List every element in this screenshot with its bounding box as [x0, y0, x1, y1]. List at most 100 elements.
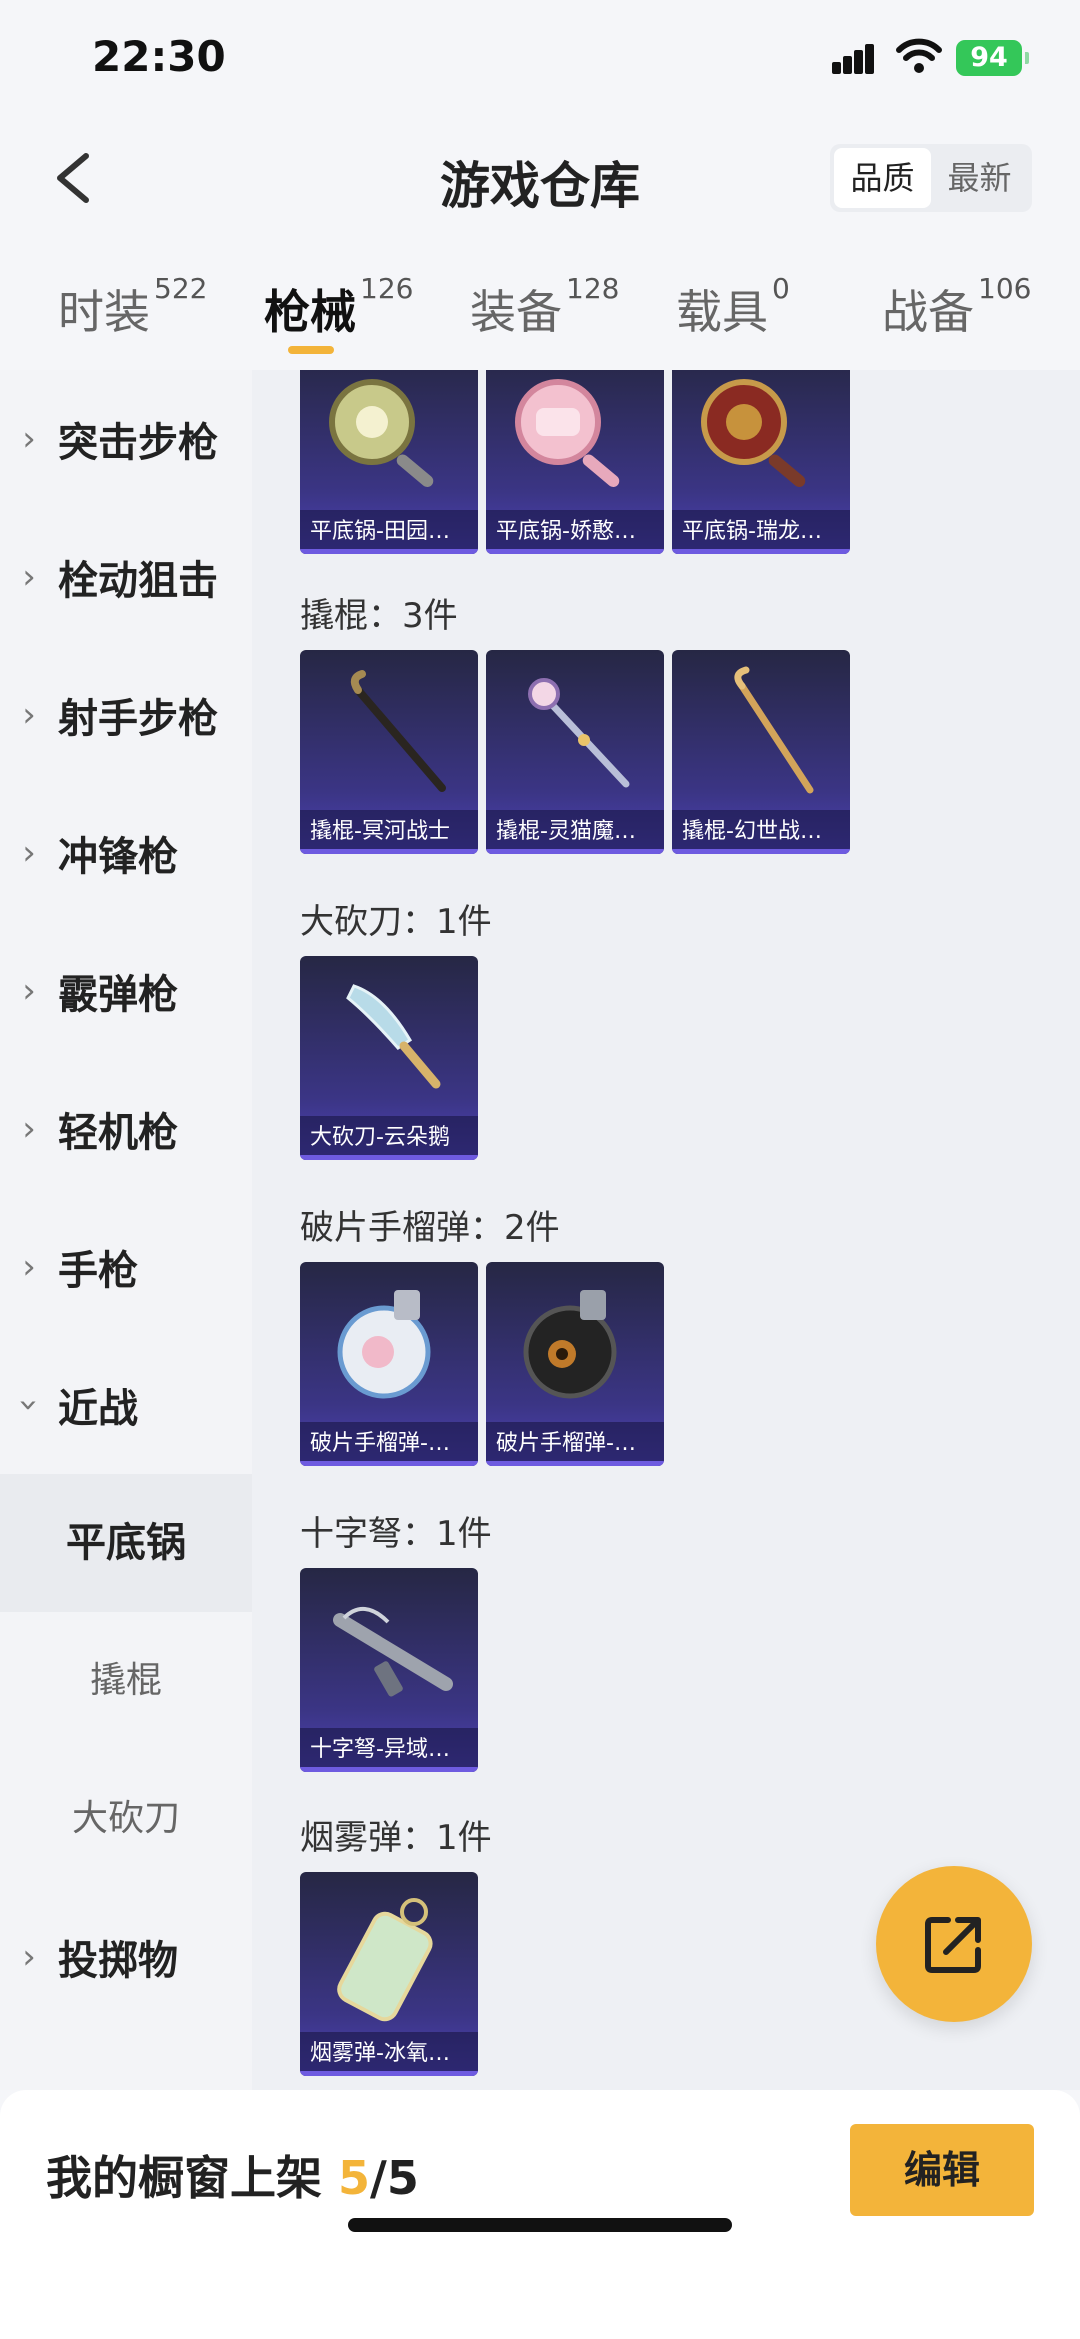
tab-count: 126 [360, 272, 414, 305]
item-card[interactable]: 撬棍-冥河战士 [300, 650, 478, 854]
crowbar-icon [734, 666, 814, 794]
sidebar-item-assault-rifle[interactable]: › 突击步枪 [0, 370, 252, 508]
chevron-right-icon: › [22, 1247, 36, 1287]
group-title: 十字弩：1件 [300, 1514, 492, 1554]
group-title: 撬棍：3件 [300, 596, 458, 636]
edit-button[interactable]: 编辑 [850, 2124, 1034, 2216]
chevron-right-icon: › [22, 557, 36, 597]
sidebar-item-label: 近战 [58, 1386, 138, 1432]
group-title: 破片手榴弹：2件 [300, 1208, 560, 1248]
item-name: 撬棍-幻世战… [672, 810, 850, 854]
tab-label: 枪械 [264, 285, 356, 339]
tab-guns[interactable]: 枪械 126 [264, 272, 413, 342]
item-name: 大砍刀-云朵鹅 [300, 1116, 478, 1160]
smoke-grenade-icon [337, 1898, 433, 2022]
machete-icon [346, 984, 441, 1089]
tab-count: 128 [566, 272, 620, 305]
item-card[interactable]: 平底锅-瑞龙… [672, 370, 850, 554]
chevron-right-icon: › [22, 833, 36, 873]
frying-pan-icon [515, 379, 620, 488]
grenade-icon [523, 1290, 617, 1399]
chevron-right-icon: › [22, 1937, 36, 1977]
status-time: 22:30 [92, 32, 226, 81]
tab-label: 战备 [882, 285, 974, 339]
sort-newest-option[interactable]: 最新 [931, 148, 1028, 208]
frying-pan-icon [701, 379, 806, 488]
item-card[interactable]: 破片手榴弹-… [486, 1262, 664, 1466]
sidebar-sub-machete[interactable]: 大砍刀 [0, 1750, 252, 1888]
sidebar-item-label: 手枪 [58, 1248, 138, 1294]
item-name: 烟雾弹-冰氧… [300, 2032, 478, 2076]
item-grid: 平底锅-田园… 平底锅-娇憨… 平底锅-瑞龙… 撬棍：3件 撬棍-冥河战士 撬棍… [252, 370, 1080, 2090]
item-card[interactable]: 破片手榴弹-… [300, 1262, 478, 1466]
category-tabs: 时装 522 枪械 126 装备 128 载具 0 战备 106 [0, 262, 1080, 370]
sidebar-item-pistol[interactable]: › 手枪 [0, 1198, 252, 1336]
item-name: 十字弩-异域… [300, 1728, 478, 1772]
chevron-right-icon: › [22, 971, 36, 1011]
sidebar-item-label: 射手步枪 [58, 696, 218, 742]
frying-pan-icon [329, 379, 434, 488]
tab-label: 装备 [470, 285, 562, 339]
cellular-signal-icon [832, 44, 876, 74]
item-name: 平底锅-娇憨… [486, 510, 664, 554]
chevron-right-icon: › [22, 695, 36, 735]
item-name: 破片手榴弹-… [300, 1422, 478, 1466]
item-name: 平底锅-瑞龙… [672, 510, 850, 554]
item-name: 撬棍-灵猫魔… [486, 810, 664, 854]
sidebar-sub-crowbar[interactable]: 撬棍 [0, 1612, 252, 1750]
sidebar-item-label: 冲锋枪 [58, 834, 178, 880]
sidebar-item-label: 突击步枪 [58, 420, 218, 466]
item-card[interactable]: 烟雾弹-冰氧… [300, 1872, 478, 2076]
tab-count: 522 [154, 272, 208, 305]
showcase-status: 我的橱窗上架 5/5 [46, 2142, 419, 2208]
tab-gear[interactable]: 战备 106 [882, 272, 1031, 342]
sidebar-item-throwables[interactable]: › 投掷物 [0, 1888, 252, 2026]
home-indicator [348, 2218, 732, 2232]
sidebar-item-marksman-rifle[interactable]: › 射手步枪 [0, 646, 252, 784]
crowbar-icon [528, 678, 630, 788]
sidebar-item-shotgun[interactable]: › 霰弹枪 [0, 922, 252, 1060]
crowbar-icon [350, 670, 446, 792]
battery-icon: 94 [956, 40, 1029, 76]
grenade-icon [337, 1290, 431, 1399]
showcase-current: 5 [338, 2151, 371, 2205]
item-card[interactable]: 大砍刀-云朵鹅 [300, 956, 478, 1160]
chevron-right-icon: › [22, 1109, 36, 1149]
tab-fashion[interactable]: 时装 522 [58, 272, 207, 342]
sidebar-item-smg[interactable]: › 冲锋枪 [0, 784, 252, 922]
showcase-total: /5 [370, 2151, 419, 2205]
tab-label: 载具 [676, 285, 768, 339]
tab-vehicles[interactable]: 载具 0 [676, 272, 790, 342]
sort-quality-option[interactable]: 品质 [834, 148, 931, 208]
crossbow-icon [333, 1607, 453, 1697]
item-name: 破片手榴弹-… [486, 1422, 664, 1466]
sidebar-item-label: 栓动狙击 [58, 558, 218, 604]
item-card[interactable]: 平底锅-田园… [300, 370, 478, 554]
chevron-down-icon: › [9, 1398, 49, 1412]
item-card[interactable]: 撬棍-灵猫魔… [486, 650, 664, 854]
sidebar-item-melee[interactable]: › 近战 [0, 1336, 252, 1474]
item-card[interactable]: 平底锅-娇憨… [486, 370, 664, 554]
header: 游戏仓库 品质 最新 [0, 120, 1080, 240]
sort-toggle[interactable]: 品质 最新 [830, 144, 1032, 212]
share-external-icon [925, 1917, 981, 1973]
sidebar-item-bolt-sniper[interactable]: › 栓动狙击 [0, 508, 252, 646]
item-name: 撬棍-冥河战士 [300, 810, 478, 854]
wifi-icon [896, 38, 942, 73]
group-title: 烟雾弹：1件 [300, 1818, 492, 1858]
share-button[interactable] [876, 1866, 1032, 2022]
tab-count: 0 [772, 272, 790, 305]
sidebar-item-label: 霰弹枪 [58, 972, 178, 1018]
tab-label: 时装 [58, 285, 150, 339]
item-name: 平底锅-田园… [300, 510, 478, 554]
tab-equipment[interactable]: 装备 128 [470, 272, 619, 342]
bottom-bar: 我的橱窗上架 5/5 编辑 [0, 2090, 1080, 2339]
item-card[interactable]: 撬棍-幻世战… [672, 650, 850, 854]
sidebar-item-lmg[interactable]: › 轻机枪 [0, 1060, 252, 1198]
sidebar-sub-pan[interactable]: 平底锅 [0, 1474, 252, 1612]
item-card[interactable]: 十字弩-异域… [300, 1568, 478, 1772]
active-tab-indicator [288, 346, 334, 354]
status-bar: 22:30 94 [0, 0, 1080, 120]
group-title: 大砍刀：1件 [300, 902, 492, 942]
sidebar-item-label: 投掷物 [58, 1938, 178, 1984]
